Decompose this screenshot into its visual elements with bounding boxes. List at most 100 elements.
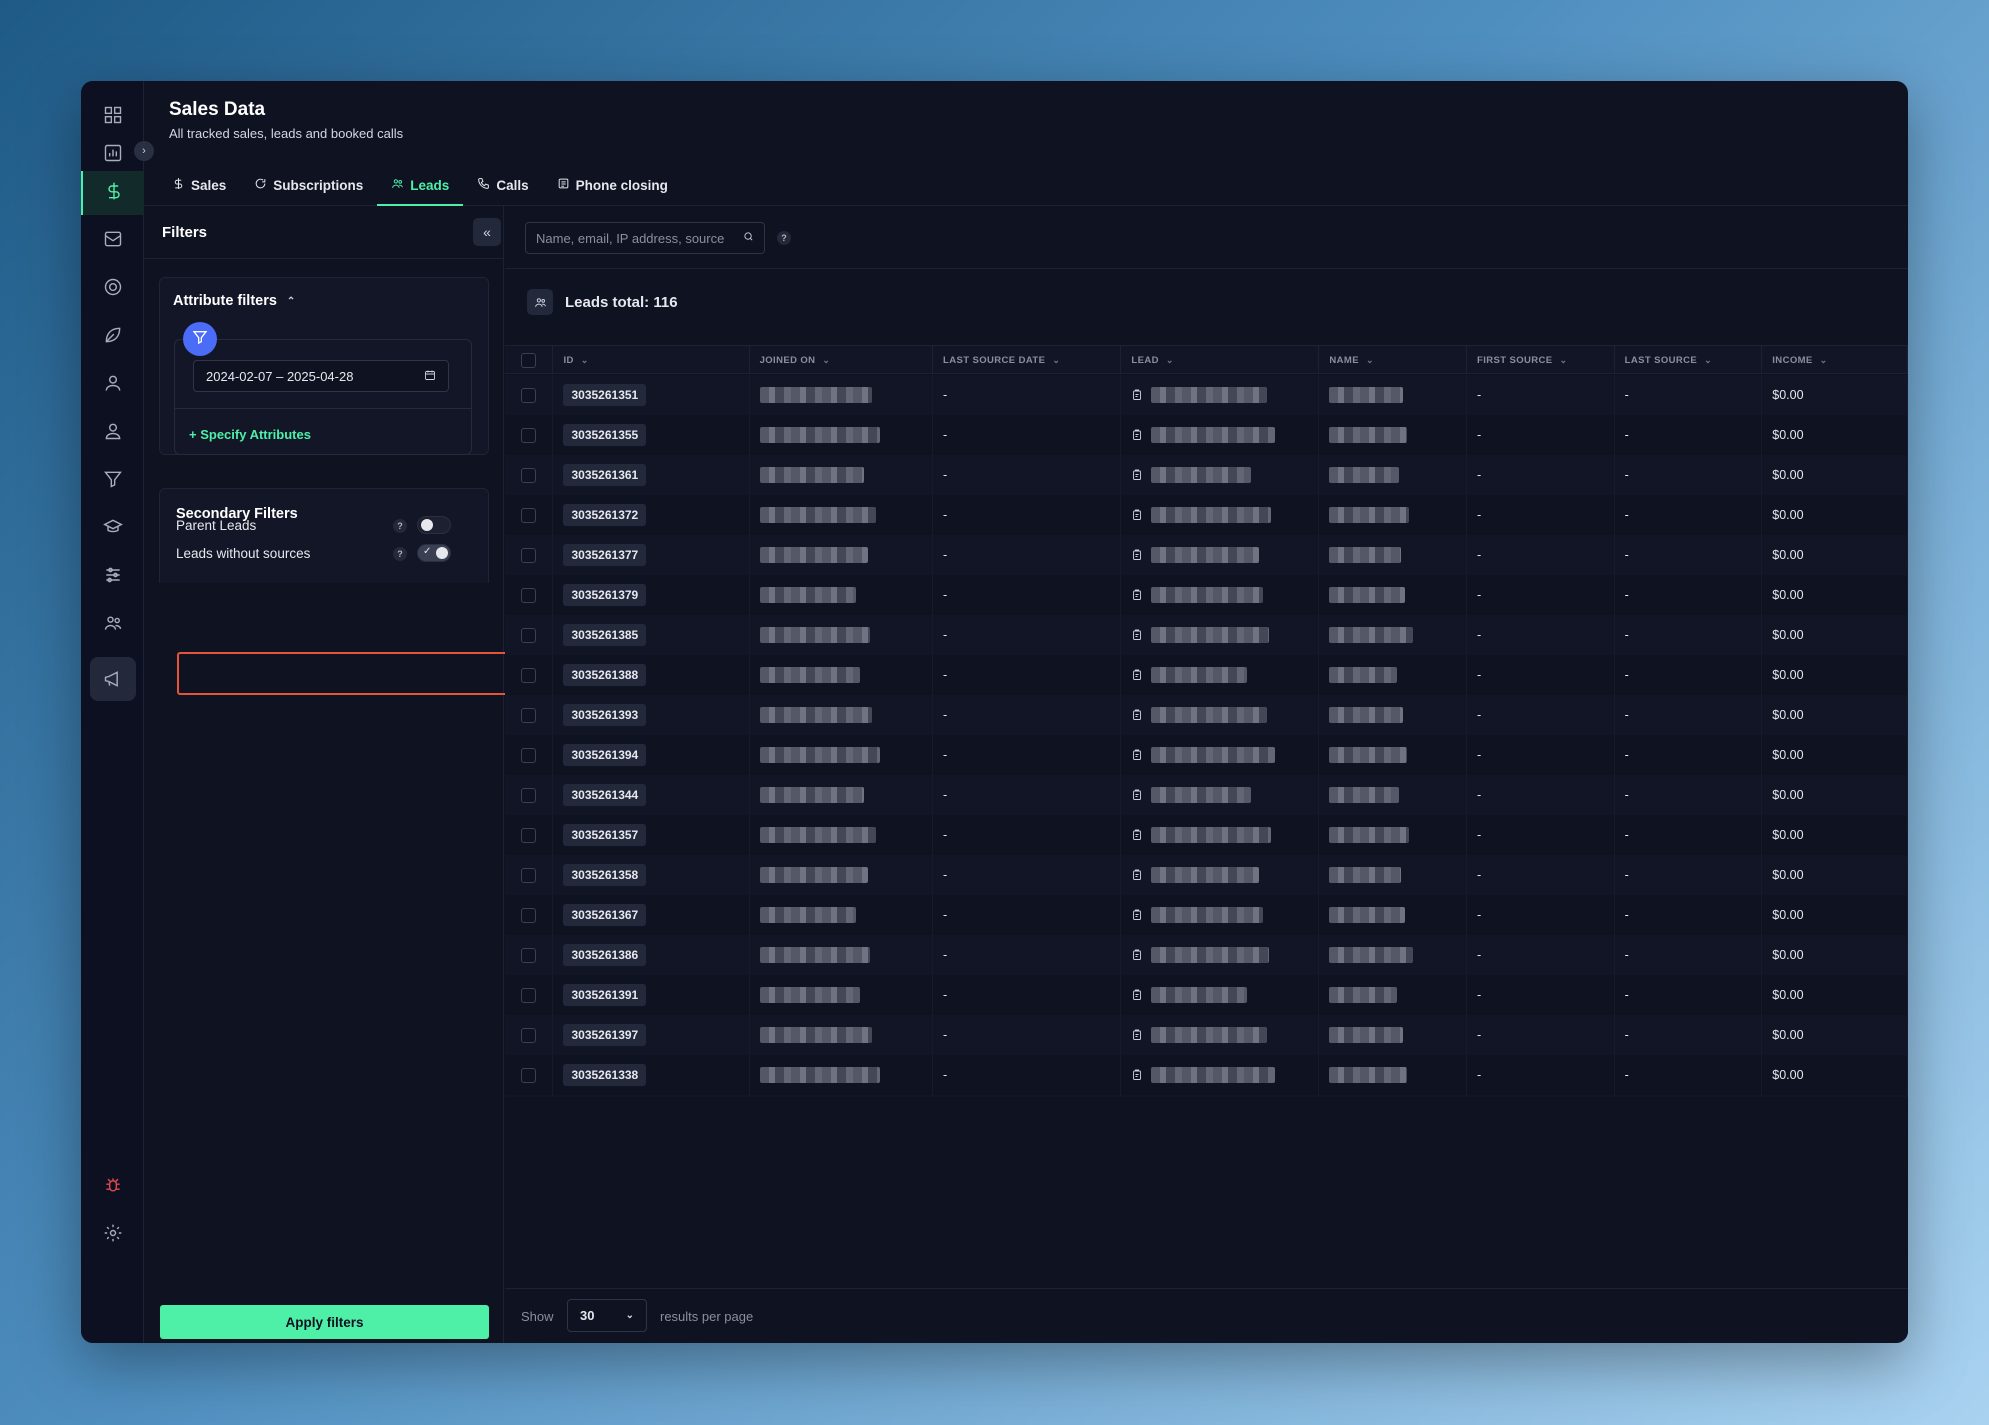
help-icon[interactable]: ? — [393, 519, 407, 533]
lead-id[interactable]: 3035261351 — [563, 384, 647, 406]
lead-id[interactable]: 3035261358 — [563, 864, 647, 886]
table-row[interactable]: 3035261358- - - $0.00 — [505, 855, 1908, 895]
column-header-income[interactable]: INCOME ⌄ — [1762, 346, 1908, 374]
table-row[interactable]: 3035261397- - - $0.00 — [505, 1015, 1908, 1055]
column-header-last-source-date[interactable]: LAST SOURCE DATE ⌄ — [933, 346, 1122, 374]
table-row[interactable]: 3035261391- - - $0.00 — [505, 975, 1908, 1015]
nav-funnels[interactable] — [81, 459, 144, 503]
parent-leads-toggle[interactable] — [417, 516, 451, 534]
search-input[interactable] — [536, 230, 737, 246]
nav-customers[interactable] — [81, 411, 144, 455]
lead-id[interactable]: 3035261393 — [563, 704, 647, 726]
nav-sales[interactable] — [81, 171, 144, 215]
lead-id[interactable]: 3035261386 — [563, 944, 647, 966]
phone-icon — [477, 177, 490, 193]
lead-id[interactable]: 3035261355 — [563, 424, 647, 446]
nav-courses[interactable] — [81, 507, 144, 551]
apply-filters-button[interactable]: Apply filters — [160, 1305, 489, 1339]
table-row[interactable]: 3035261351- - - $0.00 — [505, 375, 1908, 415]
table-row[interactable]: 3035261377- - - $0.00 — [505, 535, 1908, 575]
lead-id[interactable]: 3035261397 — [563, 1024, 647, 1046]
table-row[interactable]: 3035261341---$0.00 — [505, 1095, 1908, 1097]
lead-id[interactable]: 3035261344 — [563, 784, 647, 806]
table-row[interactable]: 3035261385- - - $0.00 — [505, 615, 1908, 655]
nav-goals[interactable] — [81, 267, 144, 311]
column-header-lead[interactable]: LEAD ⌄ — [1121, 346, 1320, 374]
per-page-select[interactable]: 30 ⌄ — [567, 1299, 647, 1332]
select-all-checkbox[interactable] — [521, 352, 537, 368]
tab-sales[interactable]: Sales — [158, 164, 240, 206]
table-row[interactable]: 3035261357- - - $0.00 — [505, 815, 1908, 855]
table-row[interactable]: 3035261386- - - $0.00 — [505, 935, 1908, 975]
page-header: Sales Data All tracked sales, leads and … — [144, 81, 1908, 206]
lead-id[interactable]: 3035261357 — [563, 824, 647, 846]
nav-settings[interactable] — [81, 1213, 144, 1257]
row-checkbox[interactable] — [521, 707, 537, 723]
nav-marketing[interactable] — [81, 657, 144, 701]
id-cell: 3035261394 — [553, 735, 750, 775]
row-checkbox[interactable] — [521, 867, 537, 883]
nav-report-bug[interactable] — [81, 1165, 144, 1209]
row-checkbox[interactable] — [521, 467, 537, 483]
column-header-name[interactable]: NAME ⌄ — [1319, 346, 1468, 374]
row-checkbox[interactable] — [521, 667, 537, 683]
collapse-filters-button[interactable]: « — [473, 218, 501, 246]
row-checkbox[interactable] — [521, 507, 537, 523]
nav-contacts[interactable] — [81, 363, 144, 407]
specify-attributes-button[interactable]: + Specify Attributes — [189, 427, 311, 442]
table-row[interactable]: 3035261355- - - $0.00 — [505, 415, 1908, 455]
row-checkbox[interactable] — [521, 787, 537, 803]
row-checkbox[interactable] — [521, 987, 537, 1003]
row-checkbox[interactable] — [521, 747, 537, 763]
lead-id[interactable]: 3035261379 — [563, 584, 647, 606]
row-checkbox[interactable] — [521, 1067, 537, 1083]
table-row[interactable]: 3035261388- - - $0.00 — [505, 655, 1908, 695]
row-checkbox[interactable] — [521, 627, 537, 643]
tab-calls[interactable]: Calls — [463, 164, 542, 206]
table-row[interactable]: 3035261338- - - $0.00 — [505, 1055, 1908, 1095]
attribute-filters-toggle[interactable]: Attribute filters ⌃ — [173, 293, 295, 309]
column-header-last-source[interactable]: LAST SOURCE ⌄ — [1615, 346, 1763, 374]
row-checkbox[interactable] — [521, 1027, 537, 1043]
lead-id[interactable]: 3035261377 — [563, 544, 647, 566]
lead-id[interactable]: 3035261394 — [563, 744, 647, 766]
table-row[interactable]: 3035261393- - - $0.00 — [505, 695, 1908, 735]
tab-subscriptions[interactable]: Subscriptions — [240, 164, 377, 206]
redacted-value — [1151, 547, 1260, 563]
row-checkbox[interactable] — [521, 947, 537, 963]
row-checkbox-cell — [505, 1095, 554, 1097]
date-range-input[interactable]: 2024-02-07 – 2025-04-28 — [193, 360, 449, 392]
tab-phone-closing[interactable]: Phone closing — [543, 164, 682, 206]
lead-id[interactable]: 3035261338 — [563, 1064, 647, 1086]
lead-id[interactable]: 3035261388 — [563, 664, 647, 686]
row-checkbox[interactable] — [521, 587, 537, 603]
table-row[interactable]: 3035261379- - - $0.00 — [505, 575, 1908, 615]
row-checkbox[interactable] — [521, 427, 537, 443]
tab-leads[interactable]: Leads — [377, 164, 464, 206]
lead-id[interactable]: 3035261372 — [563, 504, 647, 526]
table-row[interactable]: 3035261361- - - $0.00 — [505, 455, 1908, 495]
row-checkbox[interactable] — [521, 547, 537, 563]
lead-id[interactable]: 3035261361 — [563, 464, 647, 486]
nav-team[interactable] — [81, 603, 144, 647]
row-checkbox[interactable] — [521, 907, 537, 923]
column-header-first-source[interactable]: FIRST SOURCE ⌄ — [1467, 346, 1615, 374]
expand-sidebar-button[interactable]: › — [134, 141, 154, 161]
help-icon[interactable]: ? — [393, 547, 407, 561]
nav-inbox[interactable] — [81, 219, 144, 263]
row-checkbox[interactable] — [521, 827, 537, 843]
table-row[interactable]: 3035261372- - - $0.00 — [505, 495, 1908, 535]
nav-settings-sliders[interactable] — [81, 555, 144, 599]
search-help-icon[interactable]: ? — [777, 231, 791, 245]
table-row[interactable]: 3035261344- - - $0.00 — [505, 775, 1908, 815]
nav-growth[interactable] — [81, 315, 144, 359]
row-checkbox[interactable] — [521, 387, 537, 403]
table-row[interactable]: 3035261394- - - $0.00 — [505, 735, 1908, 775]
leads-without-sources-toggle[interactable]: ✓ — [417, 544, 451, 562]
column-header-id[interactable]: ID ⌄ — [553, 346, 750, 374]
lead-id[interactable]: 3035261367 — [563, 904, 647, 926]
column-header-joined-on[interactable]: JOINED ON ⌄ — [750, 346, 934, 374]
table-row[interactable]: 3035261367- - - $0.00 — [505, 895, 1908, 935]
lead-id[interactable]: 3035261391 — [563, 984, 647, 1006]
lead-id[interactable]: 3035261385 — [563, 624, 647, 646]
